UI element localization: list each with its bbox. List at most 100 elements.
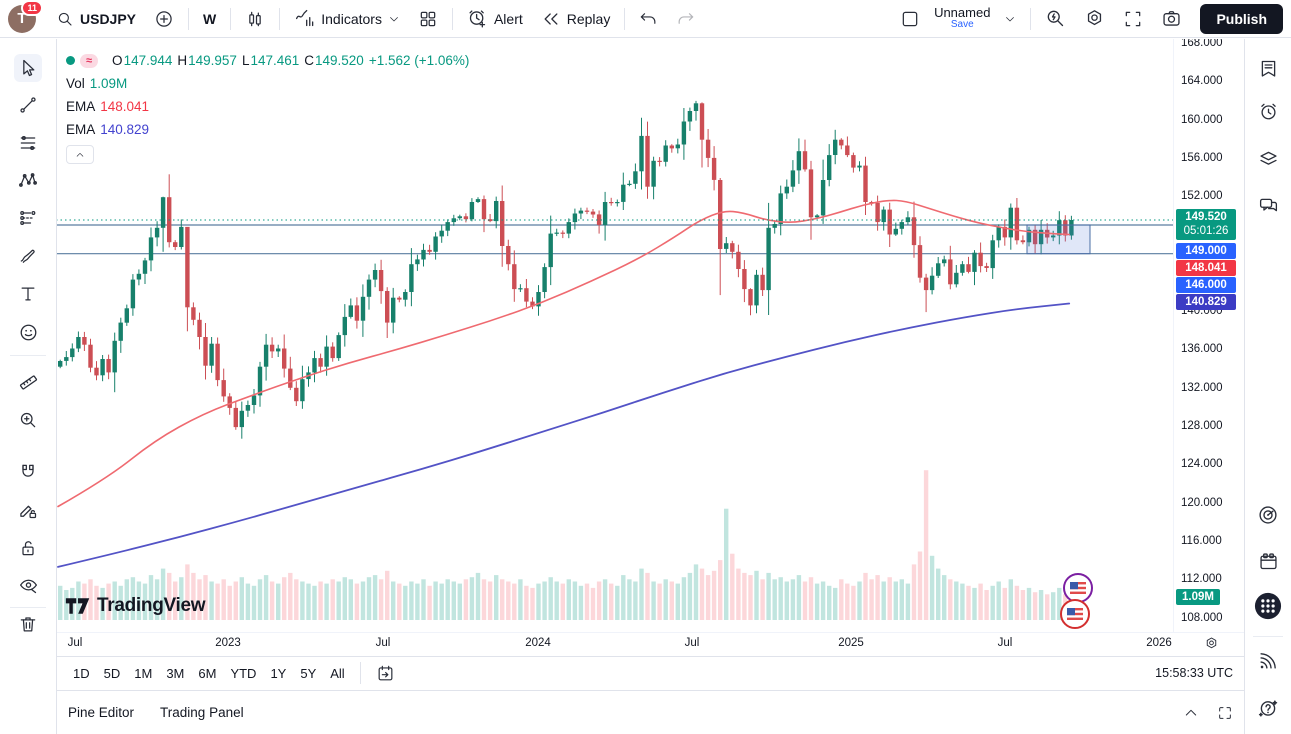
range-1y-button[interactable]: 1Y [263,662,293,685]
alerts-panel-button[interactable] [1254,97,1282,125]
price-tick: 116.000 [1181,535,1222,547]
gear-icon [1084,8,1105,29]
measure-tool-button[interactable] [14,368,42,396]
chart-canvas[interactable]: 168.000164.000160.000156.000152.000148.0… [56,39,1245,632]
economic-event-icon[interactable] [1060,599,1090,629]
broadcast-icon [1257,650,1279,672]
legend-collapse-button[interactable] [66,145,94,164]
undo-button[interactable] [631,5,666,32]
go-to-date-button[interactable] [369,660,402,687]
range-all-button[interactable]: All [323,662,351,685]
user-avatar[interactable]: T 11 [8,5,36,33]
fib-retracement-tool-button[interactable] [14,129,42,157]
interval-button[interactable]: W [195,7,224,31]
drawing-mode-button[interactable] [14,496,42,524]
calendar-button[interactable] [1254,547,1282,575]
price-tick: 120.000 [1181,497,1223,509]
magnet-icon [18,462,38,482]
indicators-button[interactable]: Indicators [286,4,408,33]
price-tick: 168.000 [1181,39,1223,49]
chat-bubbles-icon [1258,195,1279,216]
layout-select-button[interactable] [892,5,928,33]
replay-rewind-icon [541,9,561,29]
range-5d-button[interactable]: 5D [97,662,128,685]
axis-settings-gear-icon[interactable] [1204,636,1219,651]
price-tick: 132.000 [1181,382,1223,394]
zoom-in-tool-button[interactable] [14,406,42,434]
chat-button[interactable] [1254,191,1282,219]
emoji-tool-button[interactable] [14,318,42,346]
lock-drawings-button[interactable] [14,534,42,562]
grid-layout-icon [418,9,438,29]
legend-ema1-row[interactable]: EMA 148.041 [66,95,469,118]
toolbar-separator [279,8,280,30]
pine-editor-button[interactable]: Pine Editor [68,705,134,720]
legend-main-row[interactable]: ≈ O147.944 H149.957 L147.461 C149.520 +1… [66,49,469,72]
chart-style-button[interactable] [237,5,273,33]
chevron-down-icon [1004,13,1016,25]
chart-pane: 168.000164.000160.000156.000152.000148.0… [56,39,1245,734]
interval-label: W [203,11,216,27]
remove-drawings-button[interactable] [14,610,42,638]
redo-button[interactable] [668,5,703,32]
replay-button[interactable]: Replay [533,5,619,33]
legend-volume-row[interactable]: Vol 1.09M [66,72,469,95]
object-tree-button[interactable] [1254,144,1282,172]
pencil-lock-icon [18,500,38,520]
text-tool-button[interactable] [14,280,42,308]
range-5y-button[interactable]: 5Y [293,662,323,685]
fullscreen-button[interactable] [1115,5,1151,33]
symbol-search-button[interactable]: USDJPY [48,6,144,32]
prediction-tool-button[interactable] [14,204,42,232]
magnet-tool-button[interactable] [14,458,42,486]
time-axis[interactable]: Jul2023Jul2024Jul2025Jul2026 [56,632,1245,657]
price-tick: 160.000 [1181,114,1223,126]
streams-button[interactable] [1254,647,1282,675]
market-status-dot [66,56,75,65]
panel-expand-chevron-icon[interactable] [1183,705,1199,721]
replay-label: Replay [567,11,611,27]
alert-button[interactable]: Alert [459,4,531,33]
trading-panel-button[interactable]: Trading Panel [160,705,244,720]
toolbar-separator [188,8,189,30]
price-axis[interactable]: 168.000164.000160.000156.000152.000148.0… [1173,39,1245,632]
range-1d-button[interactable]: 1D [66,662,97,685]
cursor-icon [18,58,38,78]
pattern-tool-button[interactable] [14,166,42,194]
layout-save-button[interactable]: Unnamed Save [930,4,994,32]
cursor-tool-button[interactable] [14,54,42,82]
settings-button[interactable] [1076,4,1113,33]
range-ytd-button[interactable]: YTD [223,662,263,685]
help-button[interactable] [1254,694,1282,722]
panel-maximize-icon[interactable] [1217,705,1233,721]
legend-ema2-row[interactable]: EMA 140.829 [66,118,469,141]
symbol-name: USDJPY [80,11,136,27]
hide-drawings-button[interactable] [14,571,42,599]
watchlist-button[interactable] [1254,54,1282,82]
snapshot-button[interactable] [1153,4,1190,33]
layout-menu-chevron[interactable] [996,9,1024,29]
templates-button[interactable] [410,5,446,33]
trend-line-tool-button[interactable] [14,91,42,119]
quick-search-button[interactable] [1037,4,1074,33]
compare-add-button[interactable] [146,5,182,33]
trend-line-icon [18,95,38,115]
publish-button[interactable]: Publish [1200,4,1283,34]
calendar-icon [1258,551,1279,572]
price-axis-tag: 148.041 [1176,260,1236,276]
tradingview-logo-icon [65,596,91,616]
apps-grid-button[interactable] [1254,592,1282,620]
range-6m-button[interactable]: 6M [191,662,223,685]
ruler-icon [18,372,39,393]
brush-tool-button[interactable] [14,242,42,270]
tradingview-watermark[interactable]: TradingView [65,595,205,617]
range-3m-button[interactable]: 3M [159,662,191,685]
timezone-clock[interactable]: 15:58:33 UTC [1155,666,1235,680]
fib-retracement-icon [18,133,38,153]
undo-icon [639,9,658,28]
trash-icon [18,614,38,634]
notification-badge: 11 [21,0,43,16]
range-1m-button[interactable]: 1M [127,662,159,685]
layout-name: Unnamed [934,6,990,20]
screener-button[interactable] [1254,501,1282,529]
